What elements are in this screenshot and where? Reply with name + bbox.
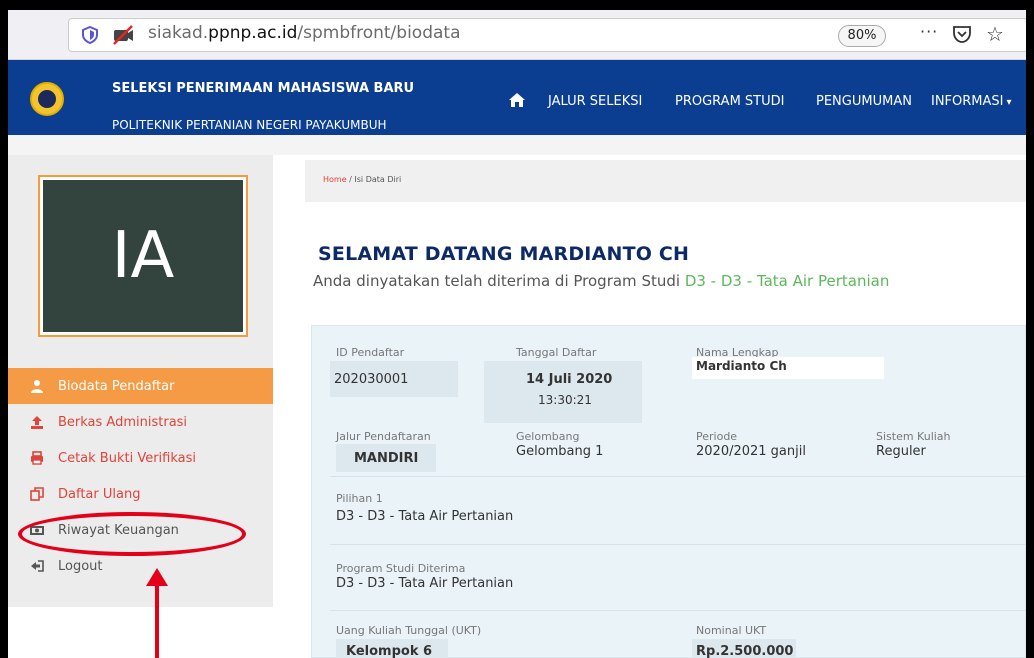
nominal-label: Nominal UKT [696, 624, 767, 637]
date-box [484, 361, 642, 423]
sidebar-item-label: Daftar Ulang [58, 486, 141, 502]
nav-pengumuman[interactable]: PENGUMUMAN [816, 94, 912, 109]
gelombang-label: Gelombang [516, 430, 580, 443]
sidebar-item-cetak[interactable]: Cetak Bukti Verifikasi [8, 440, 273, 476]
acceptance-text: Anda dinyatakan telah diterima di Progra… [313, 272, 685, 290]
pocket-icon[interactable] [952, 24, 972, 44]
url-prefix: siakad. [148, 23, 209, 43]
browser-toolbar: siakad.ppnp.ac.id/spmbfront/biodata 80% … [8, 10, 1026, 60]
jalur-value: MANDIRI [354, 451, 419, 466]
printer-icon [31, 451, 43, 465]
bookmark-star-icon[interactable]: ☆ [986, 22, 1004, 46]
prodi-value: D3 - D3 - Tata Air Pertanian [336, 576, 514, 591]
camera-blocked-icon[interactable] [112, 25, 134, 45]
biodata-panel: ID Pendaftar 202030001 Tanggal Daftar 14… [311, 325, 1026, 658]
annotation-arrow [155, 582, 159, 658]
page-title: SELAMAT DATANG MARDIANTO CH [318, 243, 690, 265]
time-value: 13:30:21 [538, 393, 592, 407]
page-gutter [8, 135, 1026, 155]
sidebar-item-berkas[interactable]: Berkas Administrasi [8, 404, 273, 440]
breadcrumb-current: Isi Data Diri [354, 175, 402, 184]
site-title[interactable]: SELEKSI PENERIMAAN MAHASISWA BARU [112, 80, 432, 97]
upload-icon [31, 416, 43, 429]
url-domain: ppnp.ac.id [208, 23, 298, 43]
sidebar-item-label: Berkas Administrasi [58, 414, 188, 430]
acceptance-message: Anda dinyatakan telah diterima di Progra… [313, 272, 889, 290]
url-path: /spmbfront/biodata [297, 23, 461, 43]
nav-informasi[interactable]: INFORMASI ▾ [931, 94, 1012, 109]
avatar-frame: IA [38, 175, 248, 337]
sidebar-item-label: Logout [58, 558, 103, 574]
copy-icon [30, 487, 44, 501]
institution-logo[interactable] [30, 82, 64, 116]
pilihan-value: D3 - D3 - Tata Air Pertanian [336, 509, 514, 524]
browser-window: siakad.ppnp.ac.id/spmbfront/biodata 80% … [8, 10, 1026, 658]
nav-program-studi[interactable]: PROGRAM STUDI [675, 94, 784, 109]
breadcrumb-text: Home / Isi Data Diri [323, 175, 401, 184]
sistem-value: Reguler [876, 444, 926, 459]
ukt-label: Uang Kuliah Tunggal (UKT) [336, 624, 482, 637]
periode-value: 2020/2021 ganjil [696, 444, 806, 459]
accepted-program: D3 - D3 - Tata Air Pertanian [684, 272, 890, 290]
annotation-circle [18, 512, 246, 556]
sidebar-item-label: Cetak Bukti Verifikasi [58, 450, 197, 466]
site-subtitle: POLITEKNIK PERTANIAN NEGERI PAYAKUMBUH [112, 118, 387, 132]
id-value: 202030001 [334, 372, 409, 387]
periode-label: Periode [696, 430, 738, 443]
divider [330, 476, 1026, 477]
nominal-value: Rp.2.500.000 [696, 644, 794, 658]
gelombang-value: Gelombang 1 [516, 444, 604, 459]
divider [330, 544, 1026, 545]
url-text[interactable]: siakad.ppnp.ac.id/spmbfront/biodata [148, 23, 461, 43]
shield-icon[interactable] [82, 26, 98, 44]
main-content: Home / Isi Data Diri SELAMAT DATANG MARD… [273, 155, 1026, 658]
sistem-label: Sistem Kuliah [876, 430, 951, 443]
ukt-value: Kelompok 6 [346, 644, 433, 658]
prodi-label: Program Studi Diterima [336, 562, 466, 575]
sidebar-item-label: Biodata Pendaftar [58, 378, 175, 394]
nav-informasi-label: INFORMASI [931, 94, 1004, 109]
zoom-badge[interactable]: 80% [838, 25, 886, 47]
divider [330, 610, 1026, 611]
jalur-label: Jalur Pendaftaran [336, 430, 431, 443]
chevron-down-icon: ▾ [1006, 97, 1012, 108]
id-label: ID Pendaftar [336, 346, 405, 359]
home-icon[interactable] [508, 92, 526, 108]
sidebar-item-biodata[interactable]: Biodata Pendaftar [8, 368, 273, 404]
sidebar-item-daftar-ulang[interactable]: Daftar Ulang [8, 476, 273, 512]
site-header: SELEKSI PENERIMAAN MAHASISWA BARU POLITE… [8, 60, 1026, 135]
pilihan-label: Pilihan 1 [336, 492, 383, 505]
user-icon [31, 380, 43, 393]
logout-icon [31, 560, 44, 572]
breadcrumb-home-link[interactable]: Home [323, 175, 347, 184]
more-actions-icon[interactable]: ··· [920, 22, 938, 41]
avatar: IA [43, 180, 243, 332]
name-value: Mardianto Ch [696, 359, 787, 373]
date-label: Tanggal Daftar [516, 346, 597, 359]
date-value: 14 Juli 2020 [526, 372, 613, 387]
nav-jalur-seleksi[interactable]: JALUR SELEKSI [548, 94, 642, 109]
breadcrumb: Home / Isi Data Diri [305, 160, 1026, 202]
